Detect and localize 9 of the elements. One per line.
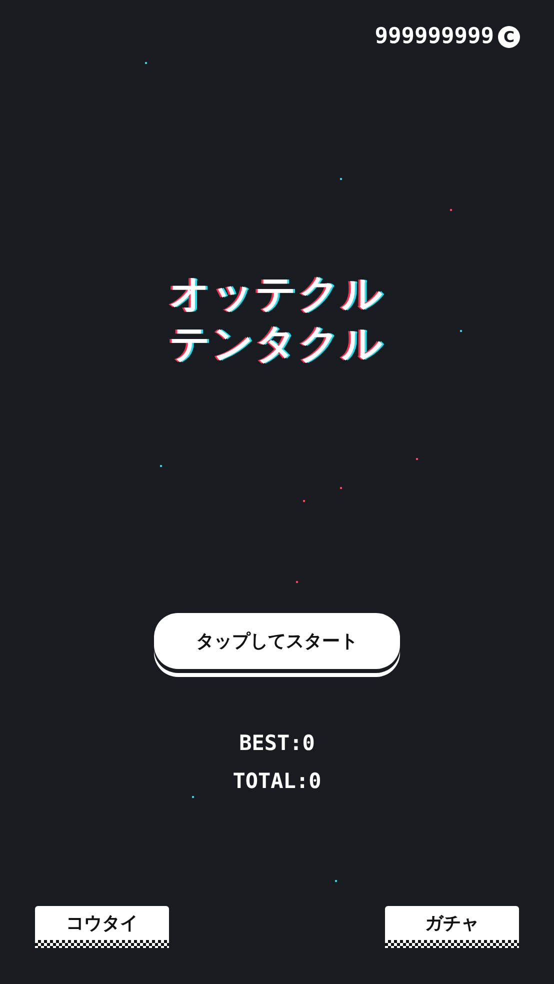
score-text: TOTAL:0 <box>232 769 322 793</box>
menu-button[interactable]: コウタイ <box>35 906 169 948</box>
coin-icon: C <box>498 26 520 48</box>
game-title: テンタクル <box>170 321 384 367</box>
game-title: オッテクル <box>170 271 384 317</box>
score-text: BEST:0 <box>239 731 315 755</box>
coin-count: 999999999 <box>374 24 494 49</box>
start-button[interactable]: タップしてスタート <box>154 613 400 669</box>
menu-button[interactable]: ガチャ <box>385 906 519 948</box>
